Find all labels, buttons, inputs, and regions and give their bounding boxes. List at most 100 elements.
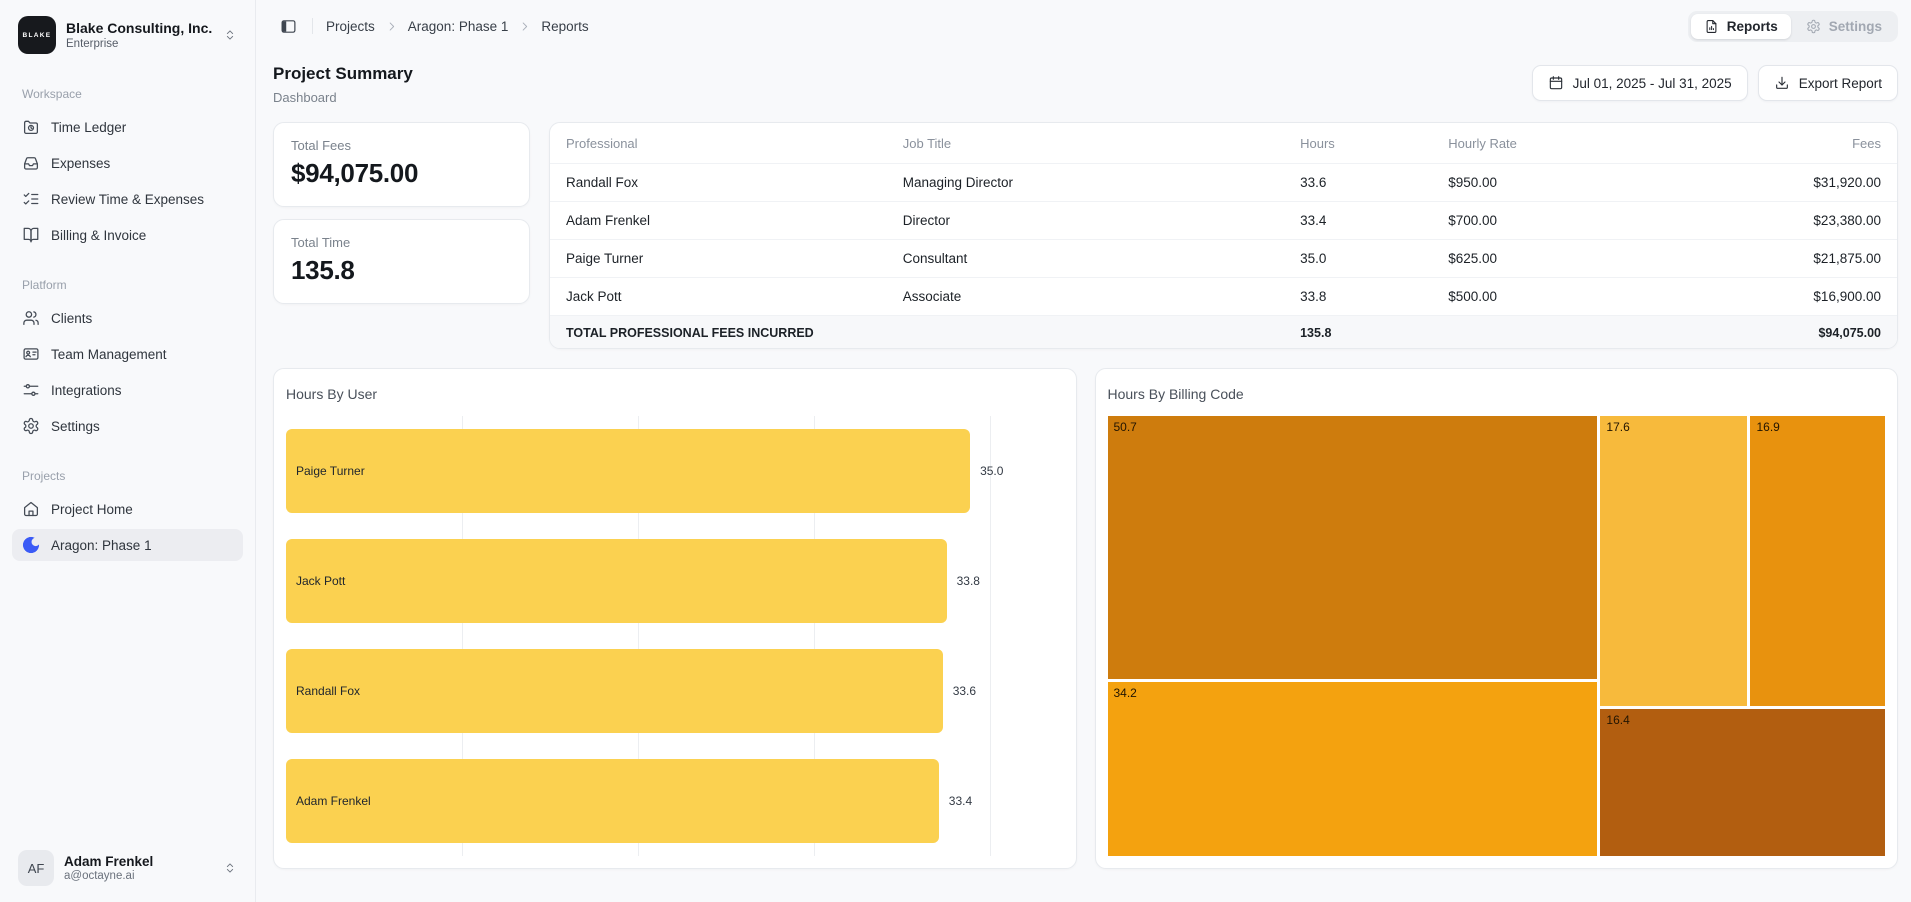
summary-card-label: Total Time: [291, 235, 512, 250]
bar-row-randall-fox: Randall Fox33.6: [286, 636, 990, 746]
table-header-row: ProfessionalJob TitleHoursHourly RateFee…: [550, 123, 1897, 164]
treemap-cell-value: 50.7: [1114, 420, 1137, 434]
summary-cards: Total Fees$94,075.00Total Time135.8: [273, 122, 530, 304]
bar-value-label: 33.4: [949, 794, 972, 808]
sidebar-item-billing-invoice[interactable]: Billing & Invoice: [12, 219, 243, 251]
sidebar-section-platform: Platform Clients Team Management Integratio…: [0, 278, 255, 442]
table-cell: $950.00: [1432, 164, 1648, 202]
main-area: ProjectsAragon: Phase 1Reports ReportsSe…: [256, 0, 1911, 902]
user-menu[interactable]: AF Adam Frenkel a@octayne.ai: [10, 844, 245, 892]
panel-left-icon: [280, 18, 297, 35]
table-cell: Jack Pott: [550, 278, 887, 316]
bar-row-adam-frenkel: Adam Frenkel 33.4: [286, 746, 990, 856]
sidebar-item-label: Clients: [51, 311, 92, 326]
topbar: ProjectsAragon: Phase 1Reports ReportsSe…: [256, 0, 1911, 48]
total-row-fees: $94,075.00: [1648, 316, 1897, 350]
chevrons-up-down-icon: [223, 861, 237, 875]
treemap-cell-value: 16.9: [1756, 420, 1779, 434]
total-row-hours: 135.8: [1284, 316, 1432, 350]
table-cell: Managing Director: [887, 164, 1284, 202]
date-range-label: Jul 01, 2025 - Jul 31, 2025: [1573, 76, 1732, 91]
gridline: [990, 416, 991, 856]
chev-right-icon: [518, 20, 531, 33]
sidebar-item-label: Expenses: [51, 156, 110, 171]
id-card-icon: [22, 345, 40, 363]
download-icon: [1774, 75, 1790, 91]
tab-reports[interactable]: Reports: [1691, 14, 1791, 39]
date-range-button[interactable]: Jul 01, 2025 - Jul 31, 2025: [1532, 65, 1748, 101]
sidebar-item-aragon-phase-1[interactable]: Aragon: Phase 1: [12, 529, 243, 561]
chevrons-up-down-icon: [223, 28, 237, 42]
sidebar-item-team-management[interactable]: Team Management: [12, 338, 243, 370]
treemap-cell-value: 17.6: [1606, 420, 1629, 434]
treemap-cell-value: 34.2: [1114, 686, 1137, 700]
sidebar-item-integrations[interactable]: Integrations: [12, 374, 243, 406]
summary-card-value: 135.8: [291, 255, 512, 286]
table-cell: $625.00: [1432, 240, 1648, 278]
hours-by-billing-code-card: Hours By Billing Code 50.734.217.616.916…: [1095, 368, 1899, 869]
table-row: Paige TurnerConsultant35.0$625.00$21,875…: [550, 240, 1897, 278]
user-email: a@octayne.ai: [64, 870, 213, 882]
breadcrumb-item-reports: Reports: [541, 19, 588, 34]
sidebar-item-label: Project Home: [51, 502, 133, 517]
org-switcher[interactable]: BLAKE Blake Consulting, Inc. Enterprise: [10, 10, 245, 60]
sidebar-item-clients[interactable]: Clients: [12, 302, 243, 334]
tab-settings[interactable]: Settings: [1793, 14, 1895, 39]
sidebar-item-time-ledger[interactable]: Time Ledger: [12, 111, 243, 143]
table-cell: 33.4: [1284, 202, 1432, 240]
page-subtitle: Dashboard: [273, 90, 413, 105]
export-report-button[interactable]: Export Report: [1758, 65, 1898, 101]
treemap-cell: 50.7: [1108, 416, 1597, 679]
breadcrumb-item-projects[interactable]: Projects: [326, 19, 375, 34]
treemap-chart: 50.7 34.2 17.6 16.9 16.4: [1108, 416, 1886, 856]
bar-category-label: Adam Frenkel: [296, 794, 371, 808]
avatar-initials: AF: [28, 861, 45, 876]
bar-row-paige-turner: Paige Turner35.0: [286, 416, 990, 526]
table-row: Adam FrenkelDirector33.4$700.00$23,380.0…: [550, 202, 1897, 240]
table-cell: $23,380.00: [1648, 202, 1897, 240]
sidebar-section-label: Platform: [12, 278, 243, 292]
sidebar-item-label: Settings: [51, 419, 100, 434]
bar-value-label: 35.0: [980, 464, 1003, 478]
org-plan: Enterprise: [66, 38, 213, 50]
file-chart-icon: [1704, 19, 1719, 34]
user-name: Adam Frenkel: [64, 854, 213, 869]
fees-table: ProfessionalJob TitleHoursHourly RateFee…: [550, 123, 1897, 349]
bar-value-label: 33.8: [957, 574, 980, 588]
table-cell: $31,920.00: [1648, 164, 1897, 202]
table-cell: 35.0: [1284, 240, 1432, 278]
table-cell: Randall Fox: [550, 164, 887, 202]
table-cell: Director: [887, 202, 1284, 240]
sidebar-item-settings[interactable]: Settings: [12, 410, 243, 442]
table-total-row: TOTAL PROFESSIONAL FEES INCURRED135.8 $94…: [550, 316, 1897, 350]
summary-card-value: $94,075.00: [291, 158, 512, 189]
breadcrumb-item-aragon-phase-1[interactable]: Aragon: Phase 1: [408, 19, 509, 34]
chev-right-icon: [385, 20, 398, 33]
treemap-cell: 16.9: [1750, 416, 1885, 706]
app-root: BLAKE Blake Consulting, Inc. Enterprise …: [0, 0, 1911, 902]
list-checks-icon: [22, 190, 40, 208]
column-header-hourly-rate: Hourly Rate: [1432, 123, 1648, 164]
sidebar-item-review-time-expenses[interactable]: Review Time & Expenses: [12, 183, 243, 215]
sidebar-toggle-button[interactable]: [273, 12, 303, 40]
sidebar-item-project-home[interactable]: Project Home: [12, 493, 243, 525]
table-row: Jack PottAssociate33.8$500.00$16,900.00: [550, 278, 1897, 316]
org-name: Blake Consulting, Inc.: [66, 20, 213, 36]
project-dot-icon: [22, 536, 40, 554]
bar-chart: Paige Turner35.0Jack Pott33.8Randall Fox…: [286, 416, 990, 856]
treemap-cell-value: 16.4: [1606, 713, 1629, 727]
export-report-label: Export Report: [1799, 76, 1882, 91]
total-row-label: TOTAL PROFESSIONAL FEES INCURRED: [550, 316, 1284, 350]
sidebar-item-label: Team Management: [51, 347, 167, 362]
bar: Paige Turner: [286, 429, 970, 513]
users-icon: [22, 309, 40, 327]
sidebar-item-expenses[interactable]: Expenses: [12, 147, 243, 179]
column-header-job-title: Job Title: [887, 123, 1284, 164]
sidebar-section-workspace: WorkspaceTime LedgerExpensesReview Time …: [0, 87, 255, 251]
bar-category-label: Paige Turner: [296, 464, 365, 478]
hours-by-user-card: Hours By User Paige Turner35.0Jack Pott3…: [273, 368, 1077, 869]
page-title: Project Summary: [273, 64, 413, 84]
total-row-spacer: [1432, 316, 1648, 350]
table-cell: $700.00: [1432, 202, 1648, 240]
topbar-divider: [312, 18, 313, 34]
